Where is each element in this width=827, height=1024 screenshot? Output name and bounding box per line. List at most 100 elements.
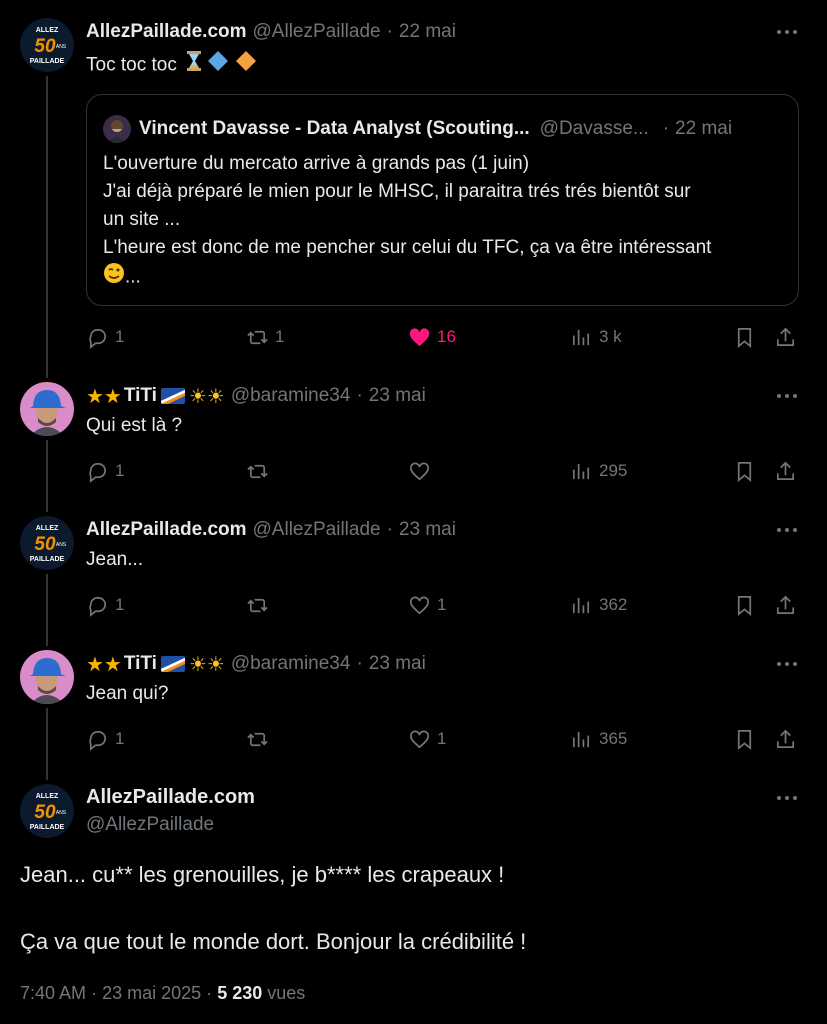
svg-text:50: 50 — [34, 534, 56, 555]
share-icon — [776, 729, 795, 748]
tweet-text: Qui est là ? — [86, 415, 183, 436]
bookmark-icon — [737, 595, 752, 616]
share-icon — [776, 595, 795, 614]
svg-text:ALLEZ: ALLEZ — [36, 27, 59, 34]
like-button[interactable]: 16 — [408, 322, 456, 352]
svg-text:ALLEZ: ALLEZ — [36, 793, 59, 800]
star-icons: ★★ — [86, 385, 122, 408]
allezpaillade-logo: ALLEZ 50 ANS PAILLADE — [20, 784, 74, 838]
like-button[interactable]: 1 — [408, 724, 446, 754]
view-count: 5 230 — [217, 983, 263, 1003]
display-name[interactable]: TiTi — [124, 385, 157, 407]
like-button[interactable]: 1 — [408, 590, 446, 620]
avatar[interactable]: ALLEZ 50 ANS PAILLADE — [20, 784, 74, 838]
heart-icon — [410, 729, 429, 748]
retweet-button[interactable] — [246, 456, 269, 486]
post-date[interactable]: 23 mai 2025 — [102, 983, 201, 1003]
avatar[interactable] — [20, 650, 74, 704]
display-name[interactable]: TiTi — [124, 653, 157, 675]
flag-icon — [160, 656, 185, 672]
more-options-icon[interactable] — [775, 384, 799, 408]
svg-text:PAILLADE: PAILLADE — [30, 556, 65, 563]
tweet[interactable]: ALLEZ 50 ANS PAILLADE AllezPaillade.com … — [0, 18, 827, 358]
heart-icon — [410, 461, 429, 480]
main-tweet-line: Jean... cu** les grenouilles, je b**** l… — [20, 862, 505, 887]
retweet-button[interactable] — [246, 724, 269, 754]
reply-button[interactable]: 1 — [86, 724, 124, 754]
tweet-meta: 7:40 AM · 23 mai 2025 · 5 230 vues — [20, 983, 305, 1004]
bookmark-button[interactable] — [733, 724, 756, 754]
heart-filled-icon — [409, 327, 430, 346]
quote-avatar — [103, 115, 131, 143]
timestamp[interactable]: 23 mai — [399, 519, 456, 541]
share-button[interactable] — [774, 322, 797, 352]
svg-text:ANS: ANS — [56, 810, 67, 816]
heart-icon — [410, 595, 429, 614]
avatar[interactable] — [20, 382, 74, 436]
reply-icon — [89, 596, 107, 617]
bookmark-icon — [737, 461, 752, 482]
sun-icons: ☀☀ — [188, 653, 225, 676]
retweet-icon — [247, 732, 268, 746]
display-name[interactable]: AllezPaillade.com — [86, 21, 247, 43]
avatar[interactable]: ALLEZ 50 ANS PAILLADE — [20, 18, 74, 72]
views-button[interactable]: 365 — [570, 724, 627, 754]
tweet[interactable]: ALLEZ 50 ANS PAILLADE AllezPaillade.com … — [0, 516, 827, 626]
retweet-icon — [247, 598, 268, 612]
hourglass-icon — [186, 51, 202, 80]
more-options-icon[interactable] — [775, 652, 799, 676]
svg-text:50: 50 — [34, 802, 56, 823]
tweet-header: ★★ TiTi ☀☀ @baramine34 · 23 mai — [86, 382, 426, 410]
username[interactable]: @AllezPaillade — [253, 21, 381, 43]
svg-text:PAILLADE: PAILLADE — [30, 58, 65, 65]
post-time[interactable]: 7:40 AM — [20, 983, 86, 1003]
main-username[interactable]: @AllezPaillade — [86, 814, 214, 836]
separator: · — [386, 21, 393, 42]
views-button[interactable]: 3 k — [570, 322, 622, 352]
bookmark-button[interactable] — [733, 322, 756, 352]
quote-timestamp: 22 mai — [675, 118, 733, 139]
tweet-header: AllezPaillade.com @AllezPaillade · 22 ma… — [86, 18, 456, 46]
user-photo — [20, 650, 74, 704]
avatar[interactable]: ALLEZ 50 ANS PAILLADE — [20, 516, 74, 570]
more-options-icon[interactable] — [775, 20, 799, 44]
views-button[interactable]: 295 — [570, 456, 627, 486]
svg-text:50: 50 — [34, 36, 56, 57]
bookmark-button[interactable] — [733, 456, 756, 486]
bookmark-button[interactable] — [733, 590, 756, 620]
views-button[interactable]: 362 — [570, 590, 627, 620]
reply-button[interactable]: 1 — [86, 590, 124, 620]
timestamp[interactable]: 23 mai — [369, 653, 426, 675]
reply-button[interactable]: 1 — [86, 456, 124, 486]
username[interactable]: @baramine34 — [231, 385, 351, 407]
main-display-name[interactable]: AllezPaillade.com — [86, 786, 255, 809]
svg-text:ANS: ANS — [56, 542, 67, 548]
retweet-button[interactable]: 1 — [246, 322, 284, 352]
reply-icon — [89, 730, 107, 751]
tweet[interactable]: ★★ TiTi ☀☀ @baramine34 · 23 mai Qui est … — [0, 382, 827, 492]
share-button[interactable] — [774, 456, 797, 486]
more-options-icon[interactable] — [775, 786, 799, 810]
action-bar: 1 295 — [86, 456, 801, 486]
action-bar: 1 1 362 — [86, 590, 801, 620]
reply-icon — [89, 328, 107, 349]
username[interactable]: @baramine34 — [231, 653, 351, 675]
reply-button[interactable]: 1 — [86, 322, 124, 352]
flag-icon — [160, 388, 185, 404]
retweet-icon — [247, 330, 268, 344]
tweet[interactable]: ★★ TiTi ☀☀ @baramine34 · 23 mai Jean qui… — [0, 650, 827, 760]
username[interactable]: @AllezPaillade — [253, 519, 381, 541]
separator: · — [662, 118, 670, 139]
timestamp[interactable]: 22 mai — [399, 21, 456, 43]
more-options-icon[interactable] — [775, 518, 799, 542]
svg-text:ALLEZ: ALLEZ — [36, 525, 59, 532]
share-button[interactable] — [774, 590, 797, 620]
quoted-tweet[interactable]: Vincent Davasse - Data Analyst (Scouting… — [86, 94, 799, 306]
views-icon — [572, 463, 590, 479]
retweet-button[interactable] — [246, 590, 269, 620]
display-name[interactable]: AllezPaillade.com — [86, 519, 247, 541]
quote-header: Vincent Davasse - Data Analyst (Scouting… — [103, 115, 732, 143]
share-button[interactable] — [774, 724, 797, 754]
like-button[interactable] — [408, 456, 431, 486]
timestamp[interactable]: 23 mai — [369, 385, 426, 407]
